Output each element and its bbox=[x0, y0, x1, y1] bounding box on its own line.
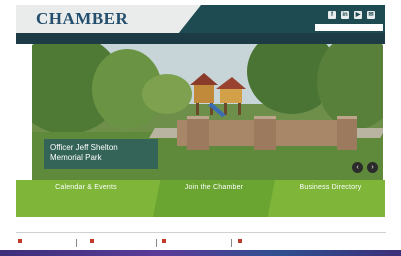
main-nav bbox=[16, 33, 385, 44]
promo-calendar[interactable]: Calendar & Events bbox=[22, 180, 150, 217]
next-slide-button[interactable]: › bbox=[367, 162, 378, 173]
slide-caption: Officer Jeff Shelton Memorial Park bbox=[44, 139, 158, 169]
search-input[interactable] bbox=[315, 24, 383, 31]
ticker-item[interactable] bbox=[18, 239, 24, 244]
promo-title: Calendar & Events bbox=[55, 184, 117, 191]
promo-title: Join the Chamber bbox=[184, 184, 244, 191]
footer-strip bbox=[0, 250, 401, 256]
playground-structure bbox=[190, 73, 246, 117]
facebook-icon[interactable]: f bbox=[328, 11, 336, 19]
hero-slideshow[interactable]: Officer Jeff Shelton Memorial Park ‹ › bbox=[32, 44, 383, 180]
email-icon[interactable]: ✉ bbox=[367, 11, 375, 19]
stone-pillar bbox=[254, 116, 276, 150]
ticker-item[interactable] bbox=[90, 239, 96, 244]
bullet-icon bbox=[90, 239, 94, 244]
news-ticker bbox=[16, 239, 396, 249]
ticker-separator bbox=[156, 239, 157, 247]
divider bbox=[16, 232, 386, 233]
bullet-icon bbox=[162, 239, 166, 244]
prev-slide-button[interactable]: ‹ bbox=[352, 162, 363, 173]
linkedin-icon[interactable]: in bbox=[341, 11, 349, 19]
ticker-separator bbox=[76, 239, 77, 247]
promo-title: Business Directory bbox=[299, 184, 362, 191]
promo-join[interactable]: Join the Chamber bbox=[153, 180, 275, 217]
chamber-logo[interactable]: CHAMBER bbox=[36, 9, 128, 29]
promo-directory[interactable]: Business Directory bbox=[278, 180, 383, 217]
ticker-item[interactable] bbox=[238, 239, 244, 244]
bullet-icon bbox=[18, 239, 22, 244]
ticker-item[interactable] bbox=[162, 239, 168, 244]
youtube-icon[interactable]: ▶ bbox=[354, 11, 362, 19]
site-header: CHAMBER f in ▶ ✉ bbox=[16, 5, 385, 33]
stone-pillar bbox=[337, 116, 357, 150]
bullet-icon bbox=[238, 239, 242, 244]
stone-pillar bbox=[187, 116, 209, 150]
page: CHAMBER f in ▶ ✉ Officer Jeff Shelton Me… bbox=[0, 0, 401, 256]
promo-bar: Calendar & Events Join the Chamber Busin… bbox=[16, 180, 385, 217]
ticker-separator bbox=[231, 239, 232, 247]
